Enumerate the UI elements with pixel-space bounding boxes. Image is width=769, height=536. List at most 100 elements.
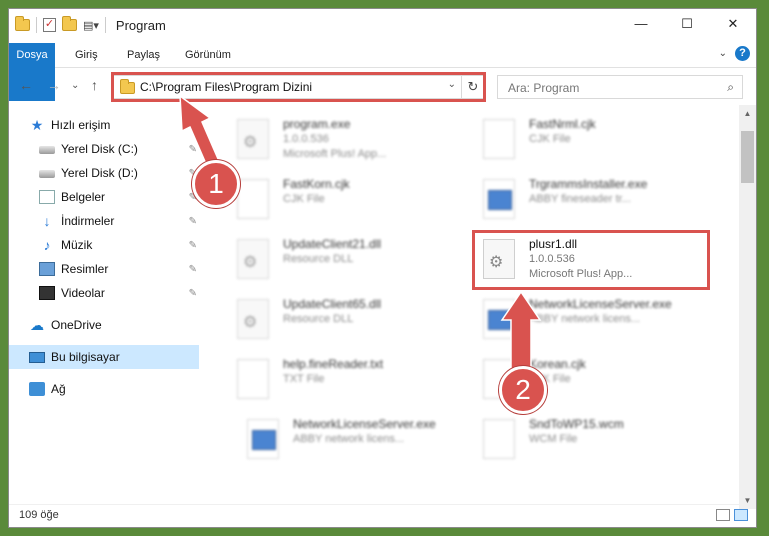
title-bar: ✓ ▤▾ Program — ☐ ✕ [9, 9, 756, 43]
scrollbar-thumb[interactable] [741, 131, 754, 183]
window-controls: — ☐ ✕ [618, 9, 756, 39]
sidebar-item-pictures[interactable]: Resimler ✎ [39, 257, 199, 281]
file-name: NetworkLicenseServer.exe [529, 297, 672, 311]
file-meta: Microsoft Plus! App... [283, 148, 387, 160]
quick-access-toolbar: ✓ ▤▾ Program [15, 16, 166, 33]
application-icon [247, 419, 279, 459]
application-icon [483, 179, 515, 219]
gear-icon [237, 239, 269, 279]
file-name: FastNrml.cjk [529, 117, 596, 131]
tab-giris[interactable]: Giriş [65, 43, 108, 67]
sidebar-item-network[interactable]: Ağ [29, 377, 199, 401]
pin-icon: ✎ [188, 263, 197, 275]
new-folder-icon[interactable] [62, 16, 77, 31]
toolbar-separator [104, 17, 106, 33]
search-input[interactable]: Ara: Program [508, 81, 579, 95]
cloud-icon: ☁ [30, 317, 44, 333]
disk-icon [39, 170, 55, 178]
sidebar-item-label: OneDrive [51, 318, 102, 332]
help-icon[interactable]: ? [735, 46, 750, 61]
sidebar-item-onedrive[interactable]: ☁ OneDrive [29, 313, 199, 337]
file-meta: WCM File [529, 433, 578, 445]
expand-ribbon-icon[interactable]: ⌄ [719, 48, 727, 59]
up-button[interactable]: ↑ [91, 77, 98, 93]
file-item[interactable]: program.exe 1.0.0.536 Microsoft Plus! Ap… [219, 111, 459, 169]
pin-icon: ✎ [188, 239, 197, 251]
sidebar-item-label: Resimler [61, 262, 109, 276]
videos-icon [39, 286, 55, 300]
navigation-pane: ★ Hızlı erişim Yerel Disk (C:) ✎ Yerel D… [9, 107, 201, 507]
pin-icon: ✎ [188, 143, 197, 155]
sidebar-item-videos[interactable]: Videolar ✎ [39, 281, 199, 305]
status-bar: 109 öğe [9, 504, 756, 527]
folder-icon[interactable] [15, 16, 30, 31]
tab-paylas[interactable]: Paylaş [117, 43, 170, 67]
star-icon: ★ [30, 117, 44, 133]
plusr1-highlight [472, 230, 710, 290]
forward-button[interactable]: → [47, 77, 61, 93]
download-icon: ↓ [43, 213, 51, 229]
details-view-icon[interactable] [716, 509, 730, 521]
close-button[interactable]: ✕ [710, 9, 756, 39]
file-meta: CJK File [529, 133, 571, 145]
file-name: NetworkLicenseServer.exe [293, 417, 436, 431]
address-bar-highlight [111, 72, 486, 102]
pin-icon: ✎ [188, 215, 197, 227]
file-item[interactable]: FastNrml.cjk CJK File [465, 111, 705, 169]
sidebar-item-local-disk-c[interactable]: Yerel Disk (C:) ✎ [39, 137, 199, 161]
sidebar-item-label: Yerel Disk (C:) [61, 142, 138, 156]
sidebar-item-this-pc[interactable]: Bu bilgisayar [9, 345, 199, 369]
file-name: SndToWP15.wcm [529, 417, 624, 431]
file-meta: ABBY network licens... [293, 433, 405, 445]
search-icon[interactable]: ⌕ [727, 80, 734, 95]
file-item[interactable]: TrgrammsInstaller.exe ABBY fineseader tr… [465, 171, 705, 229]
toolbar-separator [36, 17, 37, 33]
sidebar-item-label: Müzik [61, 238, 93, 252]
network-icon [29, 382, 45, 396]
tab-gorunum[interactable]: Görünüm [175, 43, 241, 67]
sidebar-item-label: Videolar [61, 286, 105, 300]
customize-toolbar-icon[interactable]: ▤▾ [83, 19, 99, 32]
file-item[interactable]: SndToWP15.wcm WCM File [465, 411, 705, 469]
computer-icon [29, 351, 45, 363]
scroll-up-icon[interactable]: ▲ [739, 105, 756, 122]
sidebar-item-documents[interactable]: Belgeler ✎ [39, 185, 199, 209]
document-icon [483, 119, 515, 159]
file-item[interactable]: NetworkLicenseServer.exe ABBY network li… [465, 291, 705, 349]
file-meta: ABBY fineseader tr... [529, 193, 631, 205]
step-2-badge: 2 [499, 366, 547, 414]
file-list: program.exe 1.0.0.536 Microsoft Plus! Ap… [209, 105, 737, 509]
file-name: FastKorn.cjk [283, 177, 350, 191]
step-1-badge: 1 [192, 160, 240, 208]
file-item[interactable]: UpdateClient21.dll Resource DLL [219, 231, 459, 289]
file-item[interactable]: UpdateClient65.dll Resource DLL [219, 291, 459, 349]
file-meta: TXT File [283, 373, 325, 385]
documents-icon [39, 190, 55, 204]
file-meta: Resource DLL [283, 253, 354, 265]
vertical-scrollbar[interactable]: ▲ ▼ [739, 105, 756, 509]
search-box[interactable]: Ara: Program ⌕ [497, 75, 743, 99]
file-meta: 1.0.0.536 [283, 133, 329, 145]
maximize-button[interactable]: ☐ [664, 9, 710, 39]
file-item[interactable]: FastKorn.cjk CJK File [219, 171, 459, 229]
sidebar-item-music[interactable]: ♪ Müzik ✎ [39, 233, 199, 257]
file-item[interactable]: help.fineReader.txt TXT File [219, 351, 459, 409]
music-icon: ♪ [43, 237, 51, 253]
back-button[interactable]: ← [19, 77, 33, 93]
item-count: 109 öğe [19, 509, 59, 521]
sidebar-item-label: Bu bilgisayar [51, 350, 120, 364]
ribbon-tabs: Dosya Giriş Paylaş Görünüm ⌄ ? [9, 43, 756, 101]
recent-locations-button[interactable]: ⌄ [71, 80, 79, 91]
minimize-button[interactable]: — [618, 9, 664, 39]
file-name: TrgrammsInstaller.exe [529, 177, 648, 191]
properties-icon[interactable]: ✓ [43, 18, 56, 32]
sidebar-item-label: Ağ [51, 382, 66, 396]
file-name: Korean.cjk [529, 357, 586, 371]
sidebar-item-quick-access[interactable]: ★ Hızlı erişim [29, 113, 219, 137]
large-icons-view-icon[interactable] [734, 509, 748, 521]
sidebar-item-local-disk-d[interactable]: Yerel Disk (D:) ✎ [39, 161, 199, 185]
sidebar-item-downloads[interactable]: ↓ İndirmeler ✎ [39, 209, 199, 233]
file-item[interactable]: NetworkLicenseServer.exe ABBY network li… [229, 411, 469, 469]
sidebar-item-label: Yerel Disk (D:) [61, 166, 138, 180]
pin-icon: ✎ [188, 287, 197, 299]
